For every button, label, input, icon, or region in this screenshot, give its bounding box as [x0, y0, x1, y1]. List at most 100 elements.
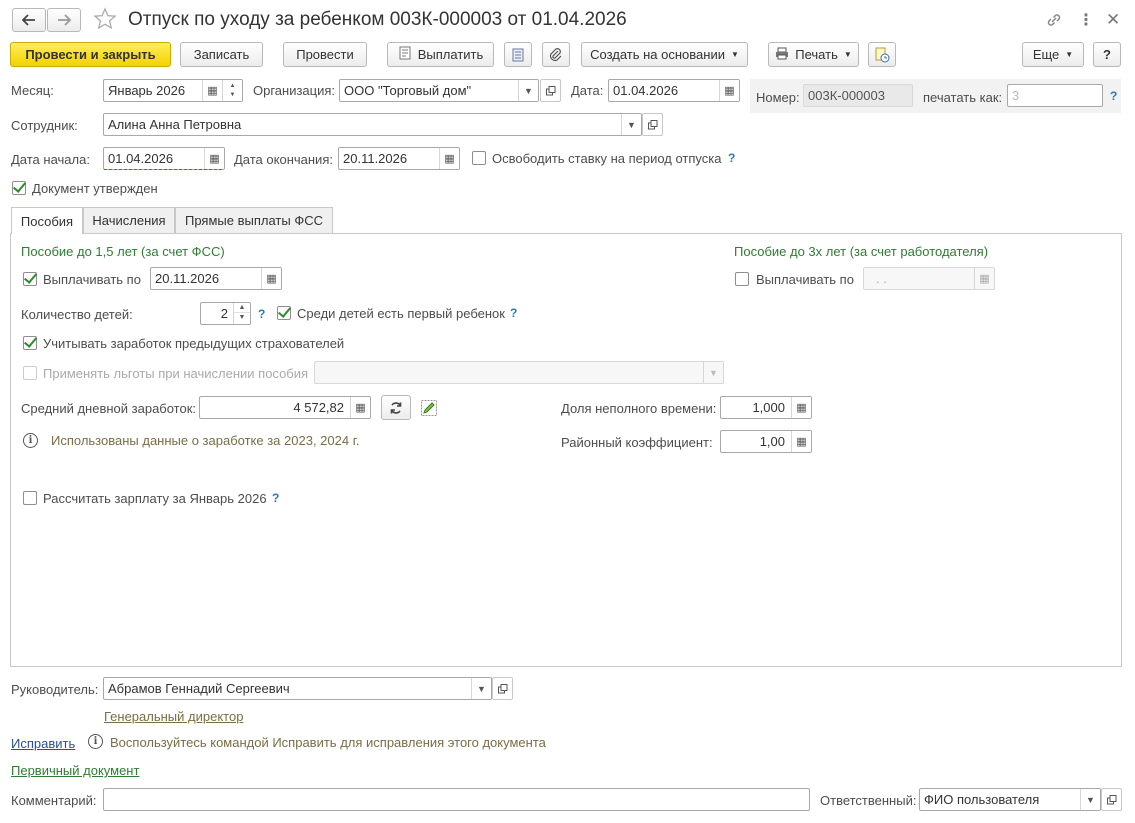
print-as-field[interactable]: 3 [1007, 84, 1103, 107]
calc-salary-label: Рассчитать зарплату за Январь 2026 [43, 491, 267, 506]
pay-until-value: 20.11.2026 [155, 271, 220, 286]
pay-until-3y-label: Выплачивать по [756, 272, 854, 287]
save-button[interactable]: Записать [180, 42, 263, 67]
report-button[interactable] [504, 42, 532, 67]
children-count-help[interactable]: ? [258, 307, 265, 321]
month-spinner[interactable]: ▲ ▼ [222, 80, 242, 101]
avg-earnings-field[interactable]: 4 572,82 ▦ [199, 396, 371, 419]
manager-field[interactable]: Абрамов Геннадий Сергеевич ▼ [103, 677, 492, 700]
info-icon: i [88, 734, 103, 749]
calculator-icon[interactable]: ▦ [350, 397, 370, 418]
fix-link[interactable]: Исправить [11, 736, 75, 751]
approved-checkbox[interactable] [12, 181, 26, 195]
children-count-field[interactable]: 2 ▲ ▼ [200, 302, 251, 325]
release-rate-help[interactable]: ? [728, 151, 735, 165]
section-employer-title: Пособие до 3х лет (за счет работодателя) [734, 244, 989, 259]
manager-value: Абрамов Геннадий Сергеевич [108, 681, 290, 696]
employee-label: Сотрудник: [11, 118, 78, 133]
manager-position-link[interactable]: Генеральный директор [104, 709, 243, 724]
organization-field[interactable]: ООО "Торговый дом" ▼ [339, 79, 539, 102]
privileges-label: Применять льготы при начислении пособия [43, 366, 309, 381]
month-value: Январь 2026 [108, 83, 186, 98]
link-icon[interactable] [1045, 11, 1063, 32]
pay-label: Выплатить [417, 47, 484, 62]
calendar-icon[interactable]: ▦ [202, 80, 222, 101]
month-label: Месяц: [11, 83, 54, 98]
date-label: Дата: [571, 83, 604, 98]
release-rate-label: Освободить ставку на период отпуска [492, 151, 722, 166]
tab-benefits[interactable]: Пособия [11, 207, 83, 234]
tab-fss-payments[interactable]: Прямые выплаты ФСС [175, 207, 333, 233]
responsible-field[interactable]: ФИО пользователя ▼ [919, 788, 1101, 811]
prev-insurers-checkbox[interactable] [23, 336, 37, 350]
start-date-field[interactable]: 01.04.2026 ▦ [103, 147, 225, 170]
refresh-button[interactable] [381, 395, 411, 420]
tab-accruals[interactable]: Начисления [83, 207, 175, 233]
close-icon[interactable]: ✕ [1106, 10, 1120, 30]
pay-until-3y-value: . . [876, 271, 887, 286]
open-manager-button[interactable] [492, 677, 513, 700]
children-spinner[interactable]: ▲ ▼ [233, 303, 250, 324]
start-date-error-underline [104, 169, 222, 170]
date-field[interactable]: 01.04.2026 ▦ [608, 79, 740, 102]
forward-button[interactable] [47, 8, 81, 32]
open-icon [497, 683, 507, 693]
report-icon [512, 48, 524, 61]
release-rate-checkbox[interactable] [472, 151, 486, 165]
pay-until-label: Выплачивать по [43, 272, 141, 287]
history-button[interactable] [868, 42, 896, 67]
manager-label: Руководитель: [11, 682, 99, 697]
open-employee-button[interactable] [642, 113, 663, 136]
calendar-icon[interactable]: ▦ [719, 80, 739, 101]
calc-salary-help[interactable]: ? [272, 491, 279, 505]
post-button[interactable]: Провести [283, 42, 367, 67]
number-value: 003К-000003 [808, 88, 885, 103]
more-button[interactable]: Еще ▼ [1022, 42, 1084, 67]
children-count-label: Количество детей: [21, 307, 133, 322]
first-child-help[interactable]: ? [510, 306, 517, 320]
pay-until-3y-checkbox[interactable] [735, 272, 749, 286]
pay-until-checkbox[interactable] [23, 272, 37, 286]
print-button[interactable]: Печать ▼ [768, 42, 859, 67]
month-field[interactable]: Январь 2026 ▦ ▲ ▼ [103, 79, 243, 102]
chevron-down-icon[interactable]: ▼ [1080, 789, 1100, 810]
open-responsible-button[interactable] [1101, 788, 1122, 811]
end-date-field[interactable]: 20.11.2026 ▦ [338, 147, 460, 170]
calendar-icon[interactable]: ▦ [204, 148, 224, 169]
chevron-down-icon[interactable]: ▼ [471, 678, 491, 699]
pay-button[interactable]: Выплатить [387, 42, 494, 67]
dropdown-arrow-icon: ▼ [1065, 50, 1074, 59]
chevron-down-icon[interactable]: ▼ [518, 80, 538, 101]
avg-earnings-label: Средний дневной заработок: [21, 401, 197, 416]
first-child-checkbox[interactable] [277, 306, 291, 320]
create-based-on-button[interactable]: Создать на основании ▼ [581, 42, 748, 67]
calculator-icon[interactable]: ▦ [791, 397, 811, 418]
more-menu-icon[interactable]: ⋮ [1078, 10, 1094, 30]
edit-pencil-icon[interactable] [421, 400, 437, 419]
open-icon [647, 119, 657, 129]
calendar-icon[interactable]: ▦ [439, 148, 459, 169]
open-organization-button[interactable] [540, 79, 561, 102]
privileges-field: ▼ [314, 361, 724, 384]
calc-salary-checkbox[interactable] [23, 491, 37, 505]
employee-field[interactable]: Алина Анна Петровна ▼ [103, 113, 642, 136]
help-button[interactable]: ? [1093, 42, 1121, 67]
regional-value: 1,00 [759, 434, 785, 449]
favorite-star-icon[interactable] [93, 7, 117, 34]
open-icon [545, 85, 555, 95]
chevron-down-icon[interactable]: ▼ [621, 114, 641, 135]
parttime-field[interactable]: 1,000 ▦ [720, 396, 812, 419]
comment-field[interactable] [103, 788, 810, 811]
back-button[interactable] [12, 8, 46, 32]
calendar-icon[interactable]: ▦ [261, 268, 281, 289]
pay-until-field[interactable]: 20.11.2026 ▦ [150, 267, 282, 290]
calculator-icon[interactable]: ▦ [791, 431, 811, 452]
attach-button[interactable] [542, 42, 570, 67]
print-as-help[interactable]: ? [1110, 89, 1117, 103]
primary-document-link[interactable]: Первичный документ [11, 763, 139, 778]
tab-panel [10, 233, 1122, 667]
section-fss-title: Пособие до 1,5 лет (за счет ФСС) [21, 244, 225, 259]
first-child-label: Среди детей есть первый ребенок [297, 306, 505, 321]
regional-field[interactable]: 1,00 ▦ [720, 430, 812, 453]
post-and-close-button[interactable]: Провести и закрыть [10, 42, 171, 67]
